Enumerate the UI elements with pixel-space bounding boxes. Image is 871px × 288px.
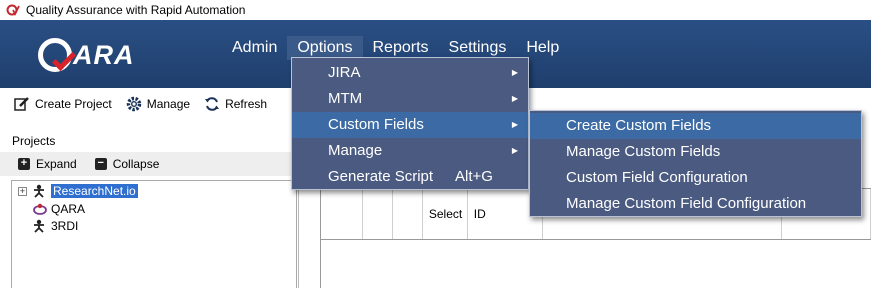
grid-column-header[interactable]	[363, 189, 393, 239]
projects-label: Projects	[12, 134, 56, 148]
manage-label: Manage	[146, 97, 191, 111]
gear-icon	[126, 96, 142, 112]
grid-column-select[interactable]: Select	[423, 189, 468, 239]
tree-toolbar: + Expand − Collapse	[0, 152, 300, 176]
grid-column-header[interactable]	[321, 189, 363, 239]
menu-item-label: Manage	[328, 142, 383, 159]
menu-item-manage-custom-field-configuration[interactable]: Manage Custom Field Configuration	[530, 191, 861, 217]
create-project-button[interactable]: Create Project	[14, 96, 112, 112]
refresh-label: Refresh	[225, 97, 268, 111]
create-project-label: Create Project	[35, 97, 112, 111]
collapse-button[interactable]: − Collapse	[94, 157, 160, 171]
menu-item-label: Generate Script	[328, 168, 434, 185]
expand-icon: +	[18, 158, 30, 170]
menu-item-label: JIRA	[328, 64, 361, 81]
tree-expand-toggle[interactable]: +	[18, 186, 27, 196]
grid-left-border	[320, 240, 321, 288]
refresh-icon	[204, 96, 220, 112]
tree-item-label: ResearchNet.io	[51, 184, 138, 198]
custom-fields-submenu: Create Custom Fields Manage Custom Field…	[529, 110, 862, 217]
menu-item-create-custom-fields[interactable]: Create Custom Fields	[530, 113, 861, 139]
qv-app-icon	[6, 3, 20, 17]
tree-item-3rdi[interactable]: 3RDI	[33, 219, 78, 233]
tree-item-qara[interactable]: QARA	[33, 202, 85, 216]
refresh-button[interactable]: Refresh	[204, 96, 267, 112]
grid-column-header[interactable]	[393, 189, 423, 239]
tree-item-researchnet[interactable]: + ResearchNet.io	[18, 184, 138, 198]
menu-item-manage-custom-fields[interactable]: Manage Custom Fields	[530, 139, 861, 165]
menu-item-generate-script[interactable]: Generate Script Alt+G	[292, 164, 528, 190]
menu-item-custom-fields[interactable]: Custom Fields ▶	[292, 112, 528, 138]
project-tree: + ResearchNet.io QARA 3RDI	[11, 180, 297, 288]
window-titlebar: Quality Assurance with Rapid Automation	[0, 0, 871, 20]
menu-item-mtm[interactable]: MTM ▶	[292, 86, 528, 112]
project-icon	[33, 219, 45, 233]
menu-admin[interactable]: Admin	[222, 36, 287, 60]
qara-project-icon	[33, 202, 47, 216]
menu-item-jira[interactable]: JIRA ▶	[292, 60, 528, 86]
collapse-icon: −	[94, 158, 107, 170]
logo-text: ARA	[73, 39, 135, 70]
options-menu: JIRA ▶ MTM ▶ Custom Fields ▶ Manage ▶ Ge…	[291, 57, 529, 190]
edit-icon	[14, 96, 30, 112]
submenu-arrow-icon: ▶	[511, 94, 518, 103]
collapse-label: Collapse	[112, 157, 160, 171]
project-icon	[33, 184, 45, 198]
menu-item-shortcut: Alt+G	[455, 168, 493, 185]
qara-logo: ARA	[38, 34, 135, 76]
menu-item-manage[interactable]: Manage ▶	[292, 138, 528, 164]
tree-item-label: 3RDI	[51, 219, 79, 233]
menu-item-custom-field-configuration[interactable]: Custom Field Configuration	[530, 165, 861, 191]
window-title: Quality Assurance with Rapid Automation	[26, 3, 246, 17]
menu-item-label: Custom Fields	[328, 116, 424, 133]
expand-label: Expand	[36, 157, 77, 171]
logo-q-icon	[38, 38, 77, 72]
submenu-arrow-icon: ▶	[511, 120, 518, 129]
expand-button[interactable]: + Expand	[18, 157, 77, 171]
manage-button[interactable]: Manage	[126, 96, 190, 112]
submenu-arrow-icon: ▶	[511, 68, 518, 77]
submenu-arrow-icon: ▶	[511, 146, 518, 155]
tree-item-label: QARA	[51, 202, 86, 216]
menu-item-label: MTM	[328, 90, 363, 107]
